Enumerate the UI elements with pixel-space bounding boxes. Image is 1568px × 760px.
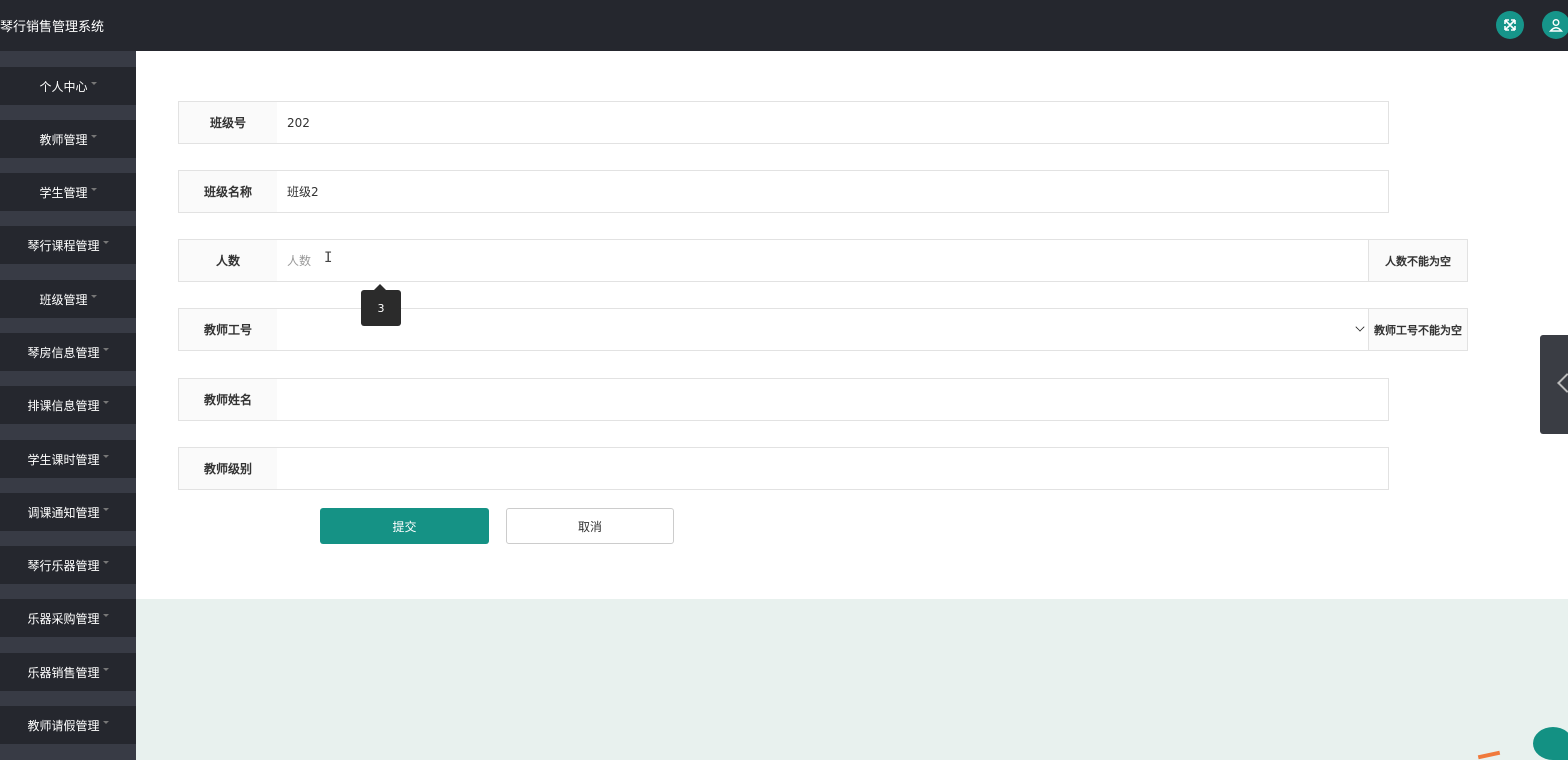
sidebar-item-leave[interactable]: 教师请假管理 (0, 706, 136, 744)
class-no-input[interactable] (277, 101, 1389, 144)
text-cursor-icon: I (324, 250, 333, 266)
count-input[interactable] (277, 239, 1389, 282)
count-tooltip: 3 (361, 284, 401, 326)
sidebar-item-label: 琴行乐器管理 (27, 558, 100, 573)
chevron-down-icon (102, 667, 109, 671)
chevron-down-icon (90, 134, 97, 138)
sidebar: 个人中心 教师管理 学生管理 琴行课程管理 班级管理 琴房信息管理 排课信息管理… (0, 51, 136, 760)
class-name-input[interactable] (277, 170, 1389, 213)
sidebar-item-label: 教师请假管理 (27, 718, 100, 733)
user-icon (1549, 19, 1563, 32)
sidebar-item-purchase[interactable]: 乐器采购管理 (0, 599, 136, 637)
teacher-no-error-message: 教师工号不能为空 (1368, 308, 1468, 351)
chevron-down-icon (102, 400, 109, 404)
sidebar-item-label: 调课通知管理 (27, 505, 100, 520)
chevron-down-icon (90, 81, 97, 85)
sidebar-item-label: 学生管理 (39, 185, 88, 200)
top-bar: 琴行销售管理系统 (0, 0, 1568, 51)
count-label: 人数 (178, 239, 278, 282)
teacher-name-label: 教师姓名 (178, 378, 278, 421)
class-name-label: 班级名称 (178, 170, 278, 213)
sidebar-item-student[interactable]: 学生管理 (0, 173, 136, 211)
chevron-down-icon (102, 507, 109, 511)
teacher-no-select[interactable] (277, 308, 1369, 351)
decoration-mark (1477, 750, 1501, 760)
sidebar-item-label: 琴行课程管理 (27, 238, 100, 253)
submit-button[interactable]: 提交 (320, 508, 489, 544)
teacher-no-label: 教师工号 (178, 308, 278, 351)
sidebar-item-sales[interactable]: 乐器销售管理 (0, 653, 136, 691)
floating-assistant-icon[interactable] (1533, 727, 1568, 760)
chevron-down-icon (102, 560, 109, 564)
teacher-level-label: 教师级别 (178, 447, 278, 490)
user-button[interactable] (1542, 11, 1568, 39)
sidebar-item-label: 排课信息管理 (27, 398, 100, 413)
collapse-panel-tab[interactable] (1540, 335, 1568, 434)
fullscreen-icon (1504, 19, 1516, 31)
sidebar-item-label: 乐器销售管理 (27, 665, 100, 680)
sidebar-item-label: 琴房信息管理 (27, 345, 100, 360)
chevron-down-icon (90, 294, 97, 298)
sidebar-item-label: 个人中心 (39, 79, 88, 94)
chevron-down-icon (102, 454, 109, 458)
chevron-down-icon (102, 720, 109, 724)
fullscreen-button[interactable] (1496, 11, 1524, 39)
app-title: 琴行销售管理系统 (0, 20, 105, 35)
chevron-down-icon (102, 347, 109, 351)
sidebar-item-instrument[interactable]: 琴行乐器管理 (0, 546, 136, 584)
count-error-message: 人数不能为空 (1368, 239, 1468, 282)
sidebar-item-label: 乐器采购管理 (27, 611, 100, 626)
chevron-left-icon (1557, 373, 1568, 393)
chevron-down-icon (1355, 322, 1365, 332)
chevron-down-icon (102, 240, 109, 244)
sidebar-item-teacher[interactable]: 教师管理 (0, 120, 136, 158)
teacher-name-input[interactable] (277, 378, 1389, 421)
sidebar-item-schedule[interactable]: 排课信息管理 (0, 386, 136, 424)
sidebar-item-label: 教师管理 (39, 132, 88, 147)
form-panel: 班级号 班级名称 人数 人数不能为空 教师工号 教师工号不能为空 教师姓名 教师… (136, 51, 1568, 599)
chevron-down-icon (102, 613, 109, 617)
sidebar-item-class[interactable]: 班级管理 (0, 280, 136, 318)
sidebar-item-personal-center[interactable]: 个人中心 (0, 67, 136, 105)
sidebar-item-reschedule[interactable]: 调课通知管理 (0, 493, 136, 531)
sidebar-item-course[interactable]: 琴行课程管理 (0, 226, 136, 264)
sidebar-item-piano-room[interactable]: 琴房信息管理 (0, 333, 136, 371)
cancel-button[interactable]: 取消 (506, 508, 674, 544)
teacher-level-input[interactable] (277, 447, 1389, 490)
chevron-down-icon (90, 187, 97, 191)
class-no-label: 班级号 (178, 101, 278, 144)
sidebar-item-label: 学生课时管理 (27, 452, 100, 467)
sidebar-item-class-hours[interactable]: 学生课时管理 (0, 440, 136, 478)
sidebar-item-label: 班级管理 (39, 292, 88, 307)
